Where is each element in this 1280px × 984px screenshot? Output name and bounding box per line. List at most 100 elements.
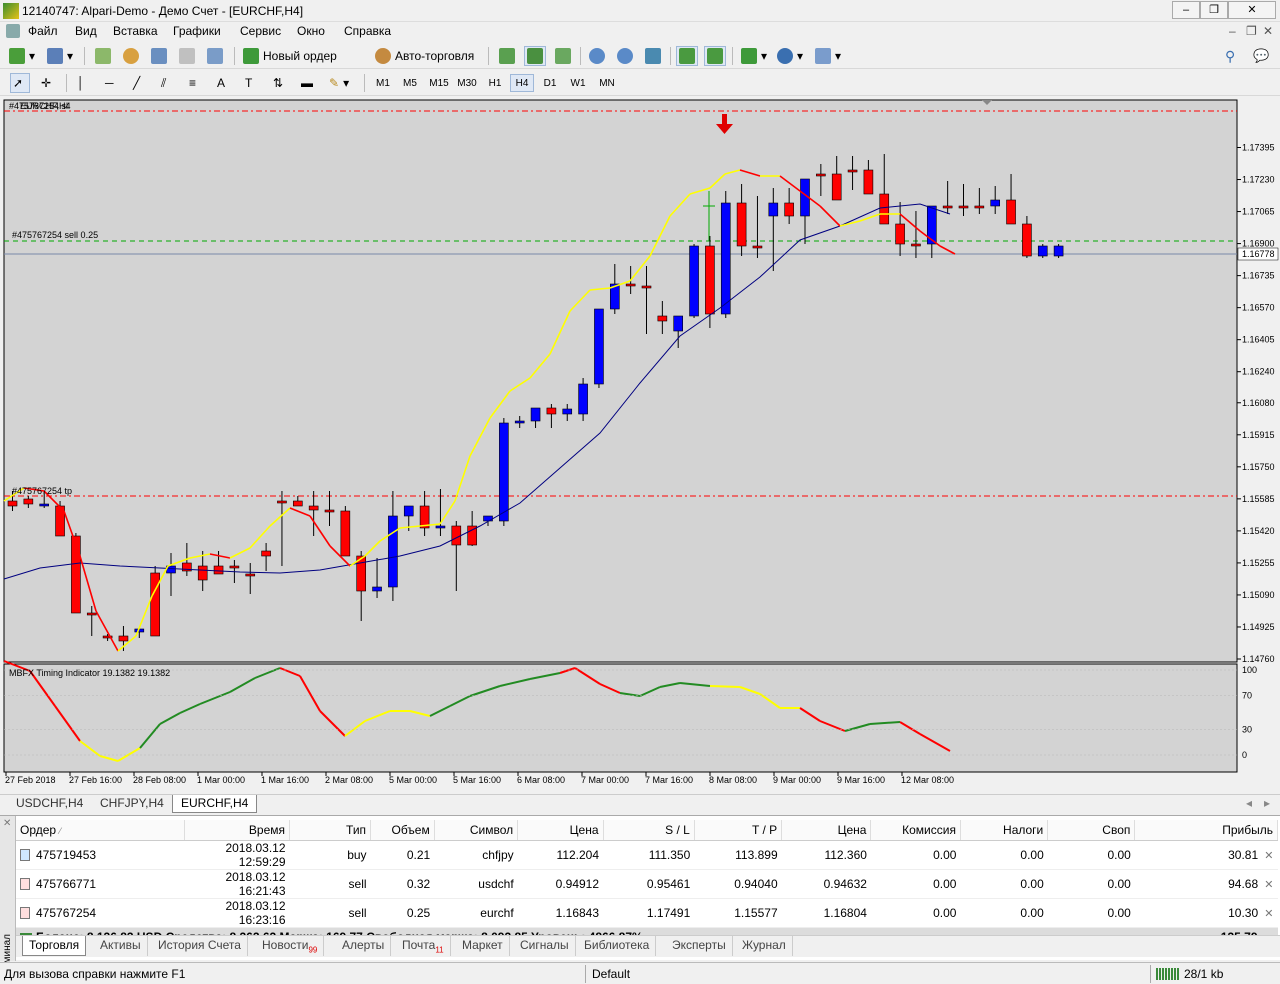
tf-h4[interactable]: H4 (510, 74, 534, 92)
menu-insert[interactable]: Вставка (113, 24, 158, 38)
terminal-tab[interactable]: Библиотека (578, 936, 657, 956)
col-symbol[interactable]: Символ (434, 820, 519, 841)
horizontal-line-tool[interactable]: ─ (102, 73, 122, 93)
trendline-tool[interactable]: ╱ (130, 73, 150, 93)
order-row[interactable]: 475766771 2018.03.12 16:21:43 sell 0.32 usdc… (16, 869, 1278, 899)
chat-button[interactable]: 💬 (1250, 46, 1272, 66)
tile-windows-button[interactable] (642, 46, 664, 66)
terminal-tab[interactable]: Сигналы (514, 936, 576, 956)
col-current-price[interactable]: Цена (781, 820, 872, 841)
col-price[interactable]: Цена (517, 820, 604, 841)
tf-m30[interactable]: M30 (454, 74, 480, 92)
price-tick: 1.15090 (1242, 590, 1275, 600)
terminal-tab[interactable]: Журнал (736, 936, 793, 956)
col-swap[interactable]: Своп (1047, 820, 1136, 841)
terminal-tab[interactable]: Торговля (22, 936, 87, 956)
minimize-button[interactable]: ‒ (1172, 1, 1200, 19)
child-restore-button[interactable]: ❐ (1246, 24, 1257, 38)
maximize-button[interactable]: ❐ (1200, 1, 1228, 19)
terminal-tab[interactable]: История Счета (152, 936, 248, 956)
menu-view[interactable]: Вид (75, 24, 97, 38)
terminal-tab[interactable]: Новости99 (256, 936, 325, 956)
profiles-button[interactable]: ▾ (44, 46, 76, 66)
bar-chart-button[interactable] (496, 46, 518, 66)
tf-m15[interactable]: M15 (426, 74, 452, 92)
col-order[interactable]: Ордер ⁄ (16, 820, 185, 841)
periods-button[interactable]: ▾ (774, 46, 806, 66)
zoom-out-button[interactable] (614, 46, 636, 66)
col-profit[interactable]: Прибыль (1134, 820, 1278, 841)
autoscroll-button[interactable] (704, 46, 726, 66)
price-chart[interactable]: 1.17395 1.17230 1.17065 1.16900 1.16735 1.165… (0, 96, 1280, 792)
order-row[interactable]: 475767254 2018.03.12 16:23:16 sell 0.25 eurc… (16, 898, 1278, 928)
tf-m1[interactable]: M1 (372, 74, 394, 92)
terminal-tab[interactable]: Маркет (456, 936, 510, 956)
candle-body (879, 193, 890, 225)
child-minimize-button[interactable]: ‒ (1229, 24, 1236, 38)
col-type[interactable]: Тип (289, 820, 372, 841)
tf-w1[interactable]: W1 (566, 74, 590, 92)
text-label-tool[interactable]: T (242, 73, 262, 93)
equidistant-channel-tool[interactable]: ⫽ (158, 73, 178, 93)
crosshair-tool[interactable]: ✛ (38, 73, 58, 93)
terminal-close-icon[interactable]: ✕ (3, 818, 11, 829)
col-time[interactable]: Время (184, 820, 291, 841)
tabs-scroll-left[interactable]: ◂ (1246, 796, 1252, 810)
vertical-line-tool[interactable]: │ (74, 73, 94, 93)
chart-shift-button[interactable] (676, 46, 698, 66)
col-taxes[interactable]: Налоги (960, 820, 1049, 841)
market-watch-button[interactable] (92, 46, 114, 66)
menu-charts[interactable]: Графики (173, 24, 221, 38)
close-order-icon[interactable]: ✕ (1258, 908, 1273, 920)
line-chart-button[interactable] (552, 46, 574, 66)
menu-tools[interactable]: Сервис (240, 24, 281, 38)
close-button[interactable]: ✕ (1228, 1, 1276, 19)
tf-m5[interactable]: M5 (398, 74, 422, 92)
tf-h1[interactable]: H1 (484, 74, 506, 92)
tabs-scroll-right[interactable]: ▸ (1264, 796, 1270, 810)
close-order-icon[interactable]: ✕ (1258, 879, 1273, 891)
order-cell: 0.25 (406, 905, 431, 920)
more-tools[interactable]: ✎ ▾ (326, 73, 352, 93)
close-order-icon[interactable]: ✕ (1258, 850, 1273, 862)
menu-help[interactable]: Справка (344, 24, 391, 38)
text-tool[interactable]: A (214, 73, 234, 93)
tf-mn[interactable]: MN (594, 74, 620, 92)
navigator-button[interactable] (120, 46, 142, 66)
fibonacci-tool[interactable]: ≡ (186, 73, 206, 93)
chart-tab-chfjpy[interactable]: CHFJPY,H4 (92, 795, 172, 813)
col-commission[interactable]: Комиссия (870, 820, 961, 841)
order-row[interactable]: 475719453 2018.03.12 12:59:29 buy 0.21 chfjp… (16, 840, 1278, 870)
terminal-tab[interactable]: Эксперты (666, 936, 733, 956)
candle-body (641, 285, 652, 289)
autotrading-icon (375, 48, 391, 64)
templates-button[interactable]: ▾ (812, 46, 844, 66)
zoom-in-button[interactable] (586, 46, 608, 66)
tester-button[interactable] (204, 46, 226, 66)
menu-file[interactable]: Файл (28, 24, 58, 38)
autotrading-button[interactable]: Авто-торговля (372, 46, 477, 66)
chart-tab-eurchf[interactable]: EURCHF,H4 (172, 795, 258, 813)
cursor-tool[interactable]: ➚ (10, 73, 30, 93)
chart-window[interactable]: 1.17395 1.17230 1.17065 1.16900 1.16735 1.165… (0, 96, 1280, 792)
indicators-button[interactable]: ▾ (738, 46, 770, 66)
col-sl[interactable]: S / L (603, 820, 695, 841)
terminal-button[interactable] (176, 46, 198, 66)
chart-tab-usdchf[interactable]: USDCHF,H4 (8, 795, 91, 813)
candlestick-button[interactable] (524, 46, 546, 66)
terminal-tab[interactable]: Алерты (336, 936, 392, 956)
shapes-tool[interactable]: ▬ (298, 73, 318, 93)
new-chart-button[interactable]: ▾ (6, 46, 38, 66)
arrows-tool[interactable]: ⇅ (270, 73, 290, 93)
col-volume[interactable]: Объем (370, 820, 435, 841)
terminal-tab[interactable]: Почта11 (396, 936, 451, 956)
data-window-button[interactable] (148, 46, 170, 66)
tf-d1[interactable]: D1 (538, 74, 562, 92)
child-close-button[interactable]: ✕ (1263, 24, 1273, 38)
menu-window[interactable]: Окно (297, 24, 325, 38)
candle-body (261, 550, 271, 557)
search-button[interactable]: ⚲ (1222, 46, 1242, 66)
terminal-tab[interactable]: Активы (94, 936, 148, 956)
new-order-button[interactable]: Новый ордер (240, 46, 340, 66)
col-tp[interactable]: T / P (694, 820, 783, 841)
